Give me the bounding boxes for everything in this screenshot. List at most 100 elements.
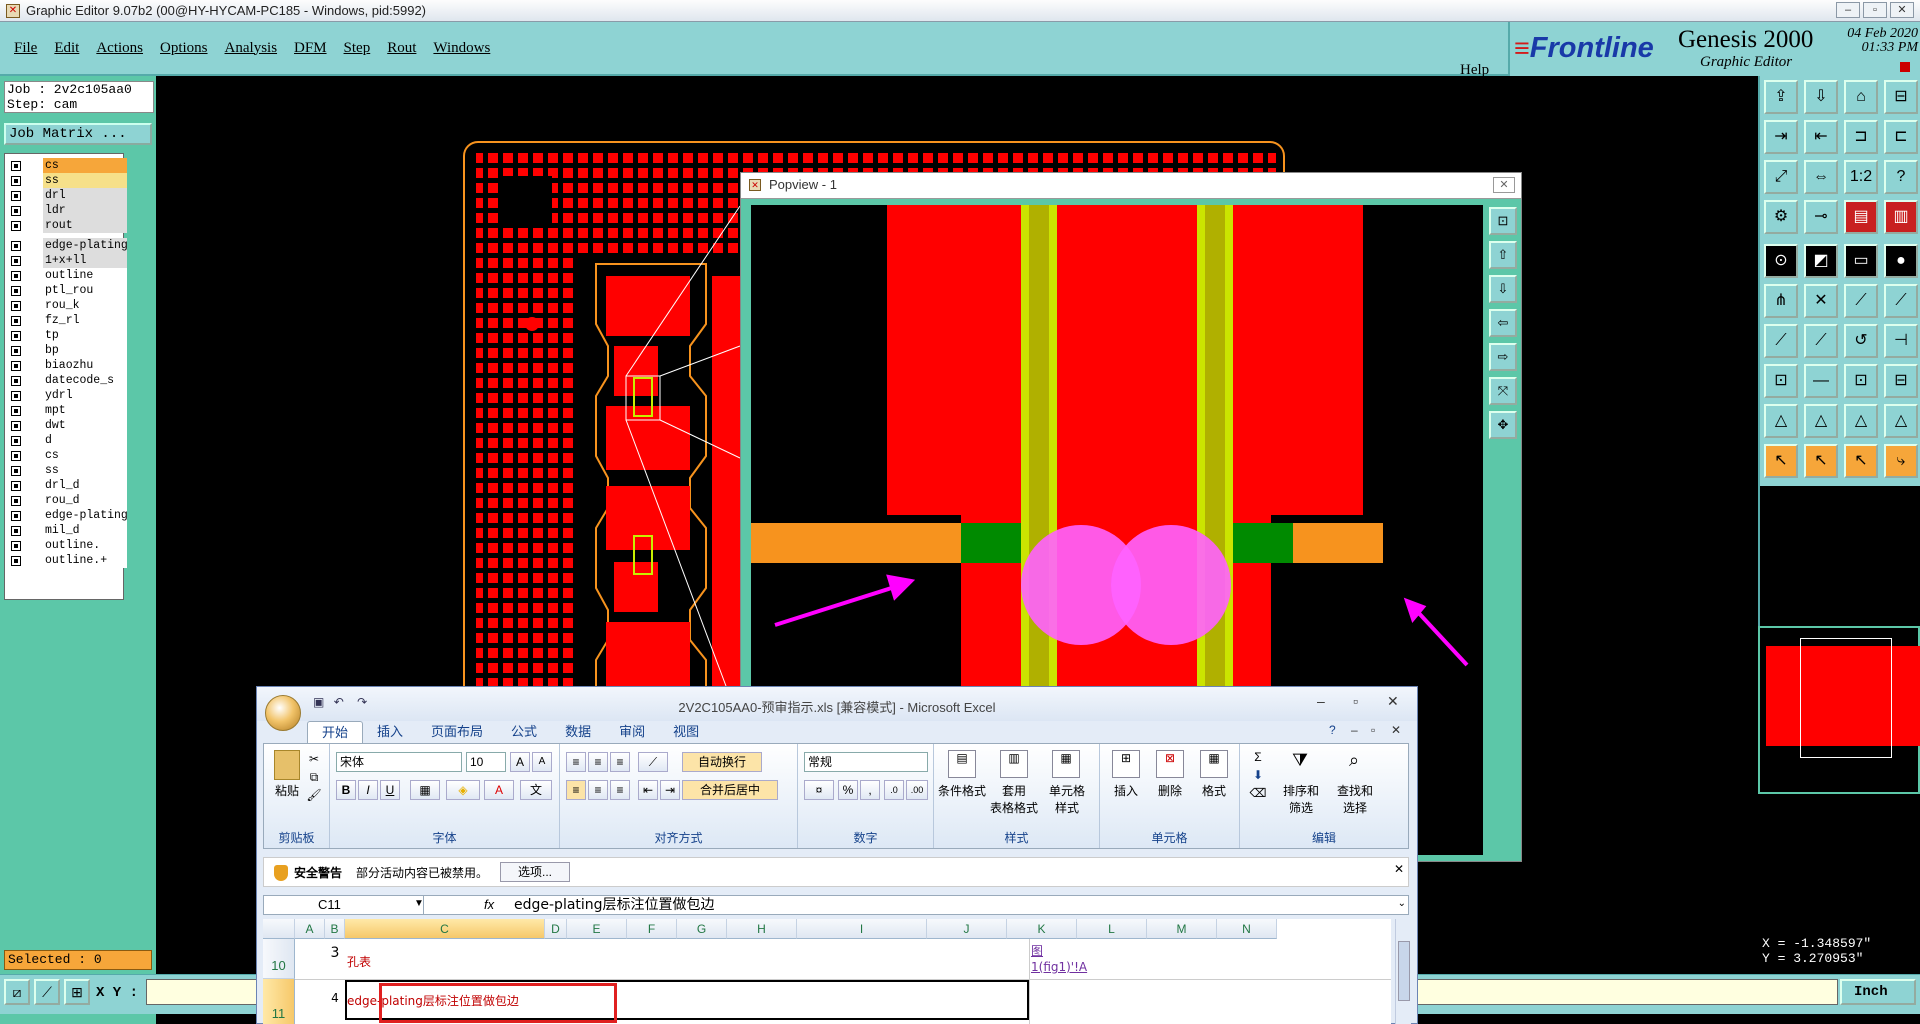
cell-c10[interactable]: 孔表 (347, 953, 547, 971)
select-all-corner[interactable] (263, 919, 295, 939)
delete-cells-icon[interactable]: ⊠ (1156, 750, 1184, 778)
find-select-icon[interactable]: ⌕ (1340, 750, 1368, 778)
row-header[interactable]: 10 (263, 939, 295, 979)
align-middle-icon[interactable]: ≡ (588, 752, 608, 772)
ribbon-restore-button[interactable]: ▫ (1371, 723, 1375, 737)
align-bottom-icon[interactable]: ≡ (610, 752, 630, 772)
layer-checkbox[interactable] (11, 496, 21, 506)
popview-pin-icon[interactable]: ⊡ (1489, 207, 1517, 235)
layer-checkbox[interactable] (11, 161, 21, 171)
tab-view[interactable]: 视图 (659, 721, 713, 743)
menu-step[interactable]: Step (344, 40, 371, 57)
polygon-icon[interactable]: ◩ (1804, 244, 1838, 278)
layer-checkbox[interactable] (11, 376, 21, 386)
menu-dfm[interactable]: DFM (294, 40, 327, 57)
column-header[interactable]: M (1147, 919, 1217, 939)
menu-options[interactable]: Options (160, 40, 208, 57)
layer-row[interactable]: edge-plating (5, 238, 127, 253)
format-cells-icon[interactable]: ▦ (1200, 750, 1228, 778)
minimize-button[interactable]: – (1836, 2, 1860, 18)
italic-button[interactable]: I (358, 780, 378, 800)
line-icon[interactable]: ▭ (1844, 244, 1878, 278)
fill-color-icon[interactable]: ◈ (446, 780, 480, 800)
sort-filter-button[interactable]: 排序和 筛选 (1276, 782, 1326, 816)
layers-red-icon[interactable]: ▤ (1844, 200, 1878, 234)
frame-left-icon[interactable]: ⊐ (1844, 120, 1878, 154)
layer-row[interactable]: mpt (5, 403, 127, 418)
conditional-format-icon[interactable]: ▤ (948, 750, 976, 778)
scale-icon[interactable]: 1:2 (1844, 160, 1878, 194)
cell-j10[interactable]: 图 1(fig1)'!A (1031, 943, 1111, 977)
tab-review[interactable]: 审阅 (605, 721, 659, 743)
layer-checkbox[interactable] (11, 286, 21, 296)
wrap-text-button[interactable]: 自动换行 (682, 752, 762, 772)
layer-checkbox[interactable] (11, 541, 21, 551)
sort-filter-icon[interactable]: ⧩ (1286, 750, 1314, 778)
ribbon-close-button[interactable]: ✕ (1391, 723, 1401, 737)
function-icon[interactable]: fx (484, 897, 494, 912)
layer-row[interactable]: tp (5, 328, 127, 343)
font-color-icon[interactable]: A (484, 780, 514, 800)
layer-checkbox[interactable] (11, 221, 21, 231)
layer-checkbox[interactable] (11, 436, 21, 446)
frame-right-icon[interactable]: ⊏ (1884, 120, 1918, 154)
cell-styles-button[interactable]: 单元格 样式 (1042, 782, 1092, 816)
slash-alt-icon[interactable]: ⟋ (1804, 324, 1838, 358)
slash-icon[interactable]: ⟋ (1764, 324, 1798, 358)
delete-node-icon[interactable]: ✕ (1804, 284, 1838, 318)
formula-input[interactable]: edge-plating层标注位置做包边 (514, 896, 715, 914)
border-icon[interactable]: ▦ (410, 780, 440, 800)
layer-checkbox[interactable] (11, 271, 21, 281)
layer-row[interactable]: datecode_s (5, 373, 127, 388)
link-icon[interactable]: ⟋ (1884, 284, 1918, 318)
scroll-thumb[interactable] (1398, 941, 1410, 1001)
layer-checkbox[interactable] (11, 361, 21, 371)
layer-row[interactable]: outline.+ (5, 553, 127, 568)
pad-icon[interactable]: ⊙ (1764, 244, 1798, 278)
layer-row[interactable]: drl (5, 188, 127, 203)
tab-home[interactable]: 开始 (307, 721, 364, 743)
name-box-dropdown-icon[interactable]: ▼ (414, 898, 424, 909)
grid-icon[interactable]: ⊞ (64, 979, 90, 1005)
excel-close-button[interactable]: ✕ (1387, 693, 1399, 710)
layer-row[interactable]: ss (5, 463, 127, 478)
cell-b10[interactable]: 3 (325, 945, 345, 963)
help-icon[interactable]: ? (1884, 160, 1918, 194)
layer-checkbox[interactable] (11, 176, 21, 186)
column-header[interactable]: N (1217, 919, 1277, 939)
home-icon[interactable]: ⌂ (1844, 80, 1878, 114)
align-right-icon[interactable]: ≡ (610, 780, 630, 800)
layer-checkbox[interactable] (11, 206, 21, 216)
increase-decimal-icon[interactable]: .0 (884, 780, 904, 800)
overview-viewport[interactable] (1800, 638, 1892, 758)
circle-icon[interactable]: ● (1884, 244, 1918, 278)
layer-row[interactable]: bp (5, 343, 127, 358)
close-button[interactable]: ✕ (1890, 2, 1914, 18)
format-painter-icon[interactable]: 🖌 (306, 788, 322, 802)
layer-checkbox[interactable] (11, 511, 21, 521)
column-header[interactable]: B (325, 919, 345, 939)
layer-row[interactable]: biaozhu (5, 358, 127, 373)
rotate-icon[interactable]: ↺ (1844, 324, 1878, 358)
zoom-box-icon[interactable]: ⧄ (4, 979, 30, 1005)
fill-icon[interactable]: ⬇ (1248, 768, 1268, 782)
layers-stack-icon[interactable]: ▥ (1884, 200, 1918, 234)
popview-close-button[interactable]: ✕ (1493, 177, 1515, 193)
connect-icon[interactable]: ⟋ (1844, 284, 1878, 318)
security-close-icon[interactable]: ✕ (1394, 862, 1404, 876)
cell-b11[interactable]: 4 (325, 991, 345, 1009)
measure-icon[interactable]: ⟋ (34, 979, 60, 1005)
route-icon[interactable]: ⤷ (1884, 444, 1918, 478)
menu-windows[interactable]: Windows (433, 40, 490, 57)
comma-icon[interactable]: , (860, 780, 880, 800)
currency-icon[interactable]: ¤ (804, 780, 834, 800)
cell-styles-icon[interactable]: ▦ (1052, 750, 1080, 778)
layer-checkbox[interactable] (11, 316, 21, 326)
layer-row[interactable]: ptl_rou (5, 283, 127, 298)
layer-checkbox[interactable] (11, 391, 21, 401)
number-format-select[interactable]: 常规 (804, 752, 928, 772)
layer-row[interactable]: cs (5, 448, 127, 463)
table-format-button[interactable]: 套用 表格格式 (986, 782, 1042, 816)
pan-left-icon[interactable]: ⇥ (1764, 120, 1798, 154)
grow-font-icon[interactable]: A (510, 752, 530, 772)
